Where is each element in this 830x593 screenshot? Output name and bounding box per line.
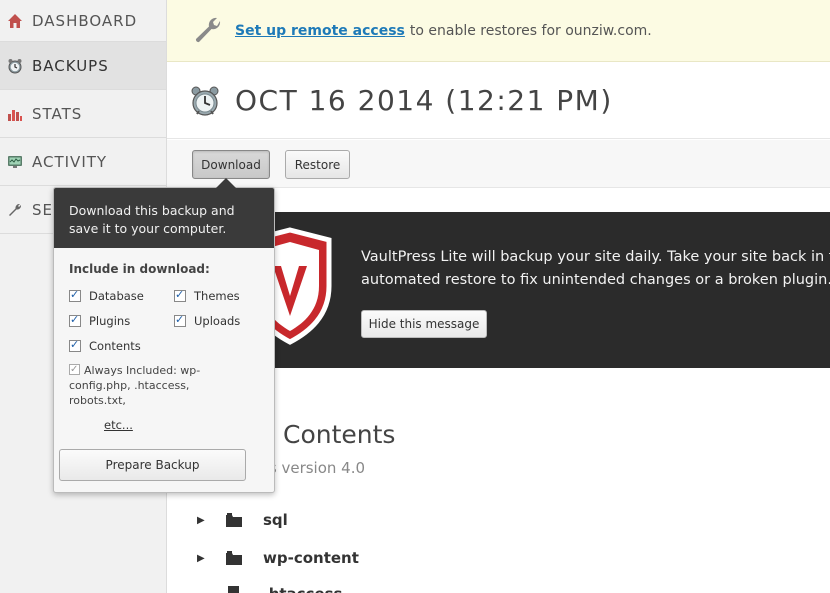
file-row-htaccess[interactable]: .htaccess (197, 582, 342, 593)
checkbox-icon[interactable] (69, 338, 81, 352)
etc-link[interactable]: etc... (104, 418, 133, 432)
alarm-clock-icon (189, 85, 221, 117)
checkbox-icon[interactable] (174, 288, 186, 302)
expand-arrow-icon[interactable]: ▶ (197, 553, 207, 564)
checkbox-icon[interactable] (69, 313, 81, 327)
checkbox-disabled-icon (69, 362, 80, 377)
checkbox-icon[interactable] (69, 288, 81, 302)
setup-remote-access-link[interactable]: Set up remote access (235, 23, 405, 39)
checkbox-database[interactable]: Database (69, 288, 144, 303)
file-row-wp-content[interactable]: ▶ wp-content (197, 546, 359, 570)
backup-title-bar: OCT 16 2014 (12:21 PM) (167, 63, 830, 139)
sidebar-item-label: ACTIVITY (32, 152, 108, 171)
popover-description: Download this backup and save it to your… (54, 188, 274, 248)
wrench-icon (193, 16, 223, 46)
file-icon (225, 586, 243, 593)
folder-icon (225, 512, 243, 528)
checkbox-uploads[interactable]: Uploads (174, 313, 240, 328)
checkbox-contents[interactable]: Contents (69, 338, 141, 353)
file-name: .htaccess (263, 585, 342, 593)
expand-arrow-icon[interactable]: ▶ (197, 515, 207, 526)
checkbox-plugins[interactable]: Plugins (69, 313, 130, 328)
file-name: sql (263, 511, 288, 529)
remote-access-notice: Set up remote access to enable restores f… (167, 0, 830, 62)
notice-text: to enable restores for ounziw.com. (409, 22, 652, 39)
sidebar-item-label: BACKUPS (32, 56, 109, 75)
sidebar-item-label: DASHBOARD (32, 11, 138, 30)
sidebar-item-stats[interactable]: STATS (0, 90, 166, 138)
popover-caret (216, 178, 236, 188)
promo-text: VaultPress Lite will backup your site da… (361, 249, 830, 288)
folder-icon (225, 550, 243, 566)
sidebar-item-label: STATS (32, 104, 83, 123)
bar-chart-icon (6, 105, 24, 123)
contents-title: Contents (283, 420, 396, 449)
download-popover: Download this backup and save it to your… (53, 178, 275, 493)
sidebar-item-activity[interactable]: ACTIVITY (0, 138, 166, 186)
sidebar-item-dashboard[interactable]: DASHBOARD (0, 0, 166, 42)
include-label: Include in download: (69, 262, 210, 276)
sidebar-item-backups[interactable]: BACKUPS (0, 42, 166, 90)
page-title: OCT 16 2014 (12:21 PM) (235, 84, 613, 117)
backup-actions: Download Restore (167, 140, 830, 188)
monitor-icon (6, 153, 24, 171)
prepare-backup-button[interactable]: Prepare Backup (59, 449, 246, 481)
always-included-note: Always Included: wp-config.php, .htacces… (69, 362, 219, 408)
restore-button[interactable]: Restore (285, 150, 350, 179)
file-row-sql[interactable]: ▶ sql (197, 508, 288, 532)
hide-message-button[interactable]: Hide this message (361, 310, 487, 338)
clock-icon (6, 57, 24, 75)
file-name: wp-content (263, 549, 359, 567)
wrench-icon (6, 201, 24, 219)
home-icon (6, 12, 24, 30)
checkbox-icon[interactable] (174, 313, 186, 327)
download-button[interactable]: Download (192, 150, 270, 179)
checkbox-themes[interactable]: Themes (174, 288, 240, 303)
